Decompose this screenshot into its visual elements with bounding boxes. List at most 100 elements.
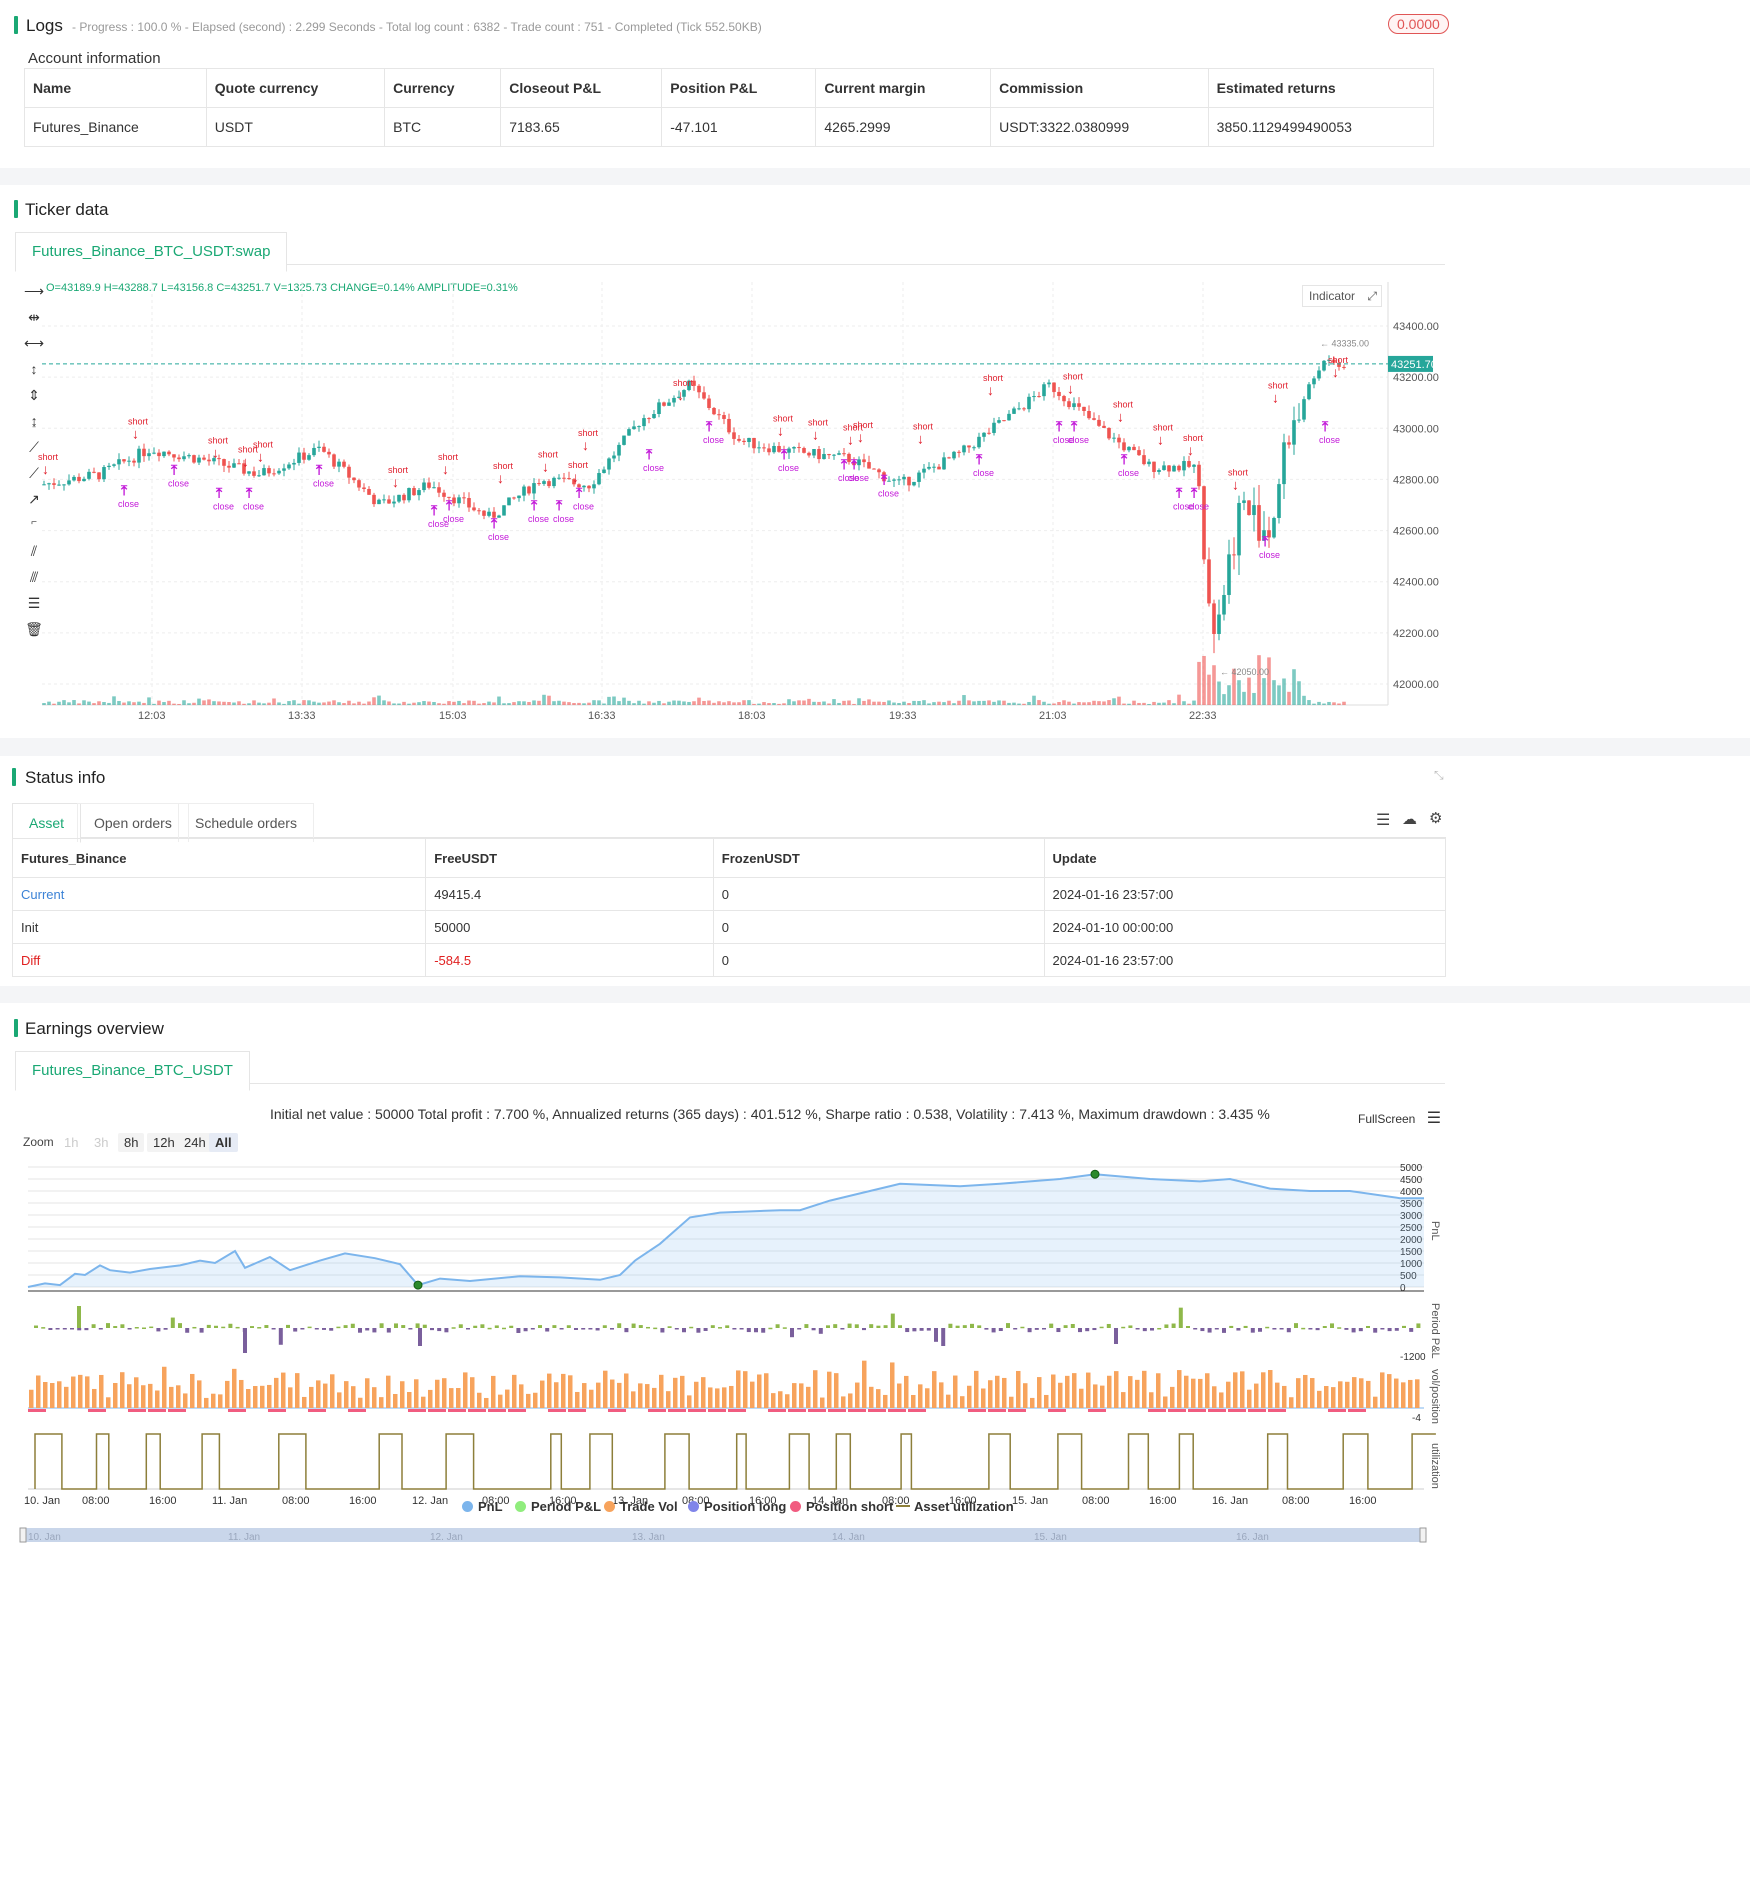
trade-vol-bar <box>582 1383 587 1408</box>
legend-position-long[interactable]: Position long <box>688 1499 786 1514</box>
period-pnl-bar <box>98 1328 103 1330</box>
trade-vol-bar <box>652 1387 657 1408</box>
time-tick-label: 16. Jan <box>1212 1495 1248 1507</box>
volume-bar <box>742 700 746 705</box>
trade-vol-bar <box>792 1383 797 1408</box>
volume-bar <box>367 701 371 705</box>
trade-vol-bar <box>883 1394 888 1408</box>
time-tick-label: 11. Jan <box>212 1495 247 1507</box>
volume-bar <box>1112 698 1116 705</box>
tab-schedule-orders[interactable]: Schedule orders <box>178 803 314 842</box>
trade-vol-bar <box>568 1375 573 1408</box>
trade-vol-bar <box>1023 1383 1028 1408</box>
settings-icon[interactable]: ⚙ <box>1429 809 1442 827</box>
cloud-download-icon[interactable]: ☁ <box>1402 810 1417 828</box>
candle-body <box>402 494 406 501</box>
candle-body <box>167 451 171 455</box>
navigator-tick-label: 16. Jan <box>1236 1532 1269 1543</box>
period-pnl-bar <box>1078 1328 1082 1333</box>
short-arrow-icon: ↓ <box>212 444 219 460</box>
last-price-label: 43251.70 <box>1391 359 1437 371</box>
earnings-chart[interactable]: 5000450040003500300025002000150010005000… <box>0 1003 1750 1880</box>
volume-bar <box>752 703 756 705</box>
period-pnl-bar <box>243 1328 247 1353</box>
legend-pnl[interactable]: PnL <box>462 1499 503 1514</box>
legend-asset-utilization[interactable]: Asset utilization <box>896 1499 1014 1514</box>
candle-body <box>87 471 91 479</box>
candle-body <box>132 460 136 463</box>
legend-period-pnl[interactable]: Period P&L <box>515 1499 601 1514</box>
close-signal-label: close <box>118 499 139 509</box>
volume-bar <box>92 703 96 705</box>
candle-body <box>337 461 341 467</box>
position-short-bar <box>28 1409 46 1412</box>
list-icon[interactable]: ☰ <box>1376 810 1390 830</box>
candle-body <box>617 444 621 456</box>
navigator-handle-left <box>19 1527 27 1543</box>
volume-bar <box>1237 680 1241 705</box>
trade-vol-bar <box>1338 1381 1343 1408</box>
account-cell: 7183.65 <box>500 107 663 147</box>
legend-trade-vol[interactable]: Trade Vol <box>604 1499 678 1514</box>
position-short-bar <box>908 1409 926 1412</box>
pnl-tick-label: 4500 <box>1400 1175 1423 1186</box>
period-pnl-bar <box>1150 1328 1154 1331</box>
volume-bar <box>667 701 671 705</box>
trade-vol-bar <box>750 1381 755 1408</box>
candle-body <box>542 481 546 484</box>
trade-vol-bar <box>225 1380 230 1408</box>
candle-body <box>322 446 326 452</box>
volume-bar <box>402 701 406 705</box>
trade-vol-bar <box>897 1383 902 1408</box>
legend-position-short[interactable]: Position short <box>790 1499 893 1514</box>
trade-vol-bar <box>876 1389 881 1408</box>
short-arrow-icon: ↓ <box>392 474 399 490</box>
candle-body <box>507 497 511 506</box>
tab-asset[interactable]: Asset <box>12 803 82 843</box>
candlestick-chart[interactable]: 43400.00 43200.00 43000.00 42800.00 42600.00… <box>0 185 1750 738</box>
candle-body <box>1207 559 1211 604</box>
period-pnl-bar <box>1121 1326 1126 1329</box>
period-pnl-bar <box>1394 1328 1399 1331</box>
trade-vol-bar <box>1289 1397 1294 1408</box>
volume-bar <box>1242 691 1246 705</box>
volume-bar <box>1247 677 1251 705</box>
tab-open-orders[interactable]: Open orders <box>77 803 189 842</box>
candle-body <box>827 453 831 456</box>
collapse-icon[interactable]: ⤡ <box>1434 768 1444 783</box>
trade-vol-bar <box>1387 1374 1392 1408</box>
period-pnl-bar <box>206 1324 211 1328</box>
candle-body <box>1182 461 1186 471</box>
trade-vol-bar <box>1051 1374 1056 1408</box>
trade-vol-bar <box>155 1390 160 1408</box>
close-signal-label: close <box>973 468 994 478</box>
period-pnl-bar <box>1006 1323 1010 1328</box>
asset-cell[interactable]: Current <box>11 877 427 911</box>
volume-bar <box>897 702 901 705</box>
volume-bar <box>1227 685 1231 705</box>
candle-body <box>1107 427 1111 439</box>
trade-vol-bar <box>1044 1394 1049 1408</box>
trade-vol-bar <box>841 1396 846 1408</box>
volume-bar <box>1132 700 1136 705</box>
candle-body <box>997 420 1001 423</box>
close-arrow-icon: ⤒ <box>1261 533 1269 549</box>
period-pnl-bar <box>667 1326 672 1328</box>
candle-body <box>357 480 361 488</box>
position-short-bar <box>608 1409 626 1412</box>
trade-vol-bar <box>1114 1371 1119 1408</box>
close-signal-label: close <box>553 514 574 524</box>
candle-body <box>957 451 961 453</box>
position-short-bar <box>1048 1409 1066 1412</box>
asset-utilization-line <box>34 1433 1436 1490</box>
close-signal-label: close <box>488 532 509 542</box>
candle-body <box>1092 418 1096 420</box>
candle-body <box>1112 437 1116 439</box>
volume-bar <box>1212 665 1216 705</box>
period-pnl-bar <box>1142 1328 1147 1332</box>
account-col-header: Quote currency <box>205 68 386 108</box>
trade-vol-bar <box>631 1391 636 1408</box>
period-pnl-bar <box>977 1325 982 1328</box>
volume-bar <box>1217 681 1221 705</box>
volume-bar <box>172 703 176 705</box>
